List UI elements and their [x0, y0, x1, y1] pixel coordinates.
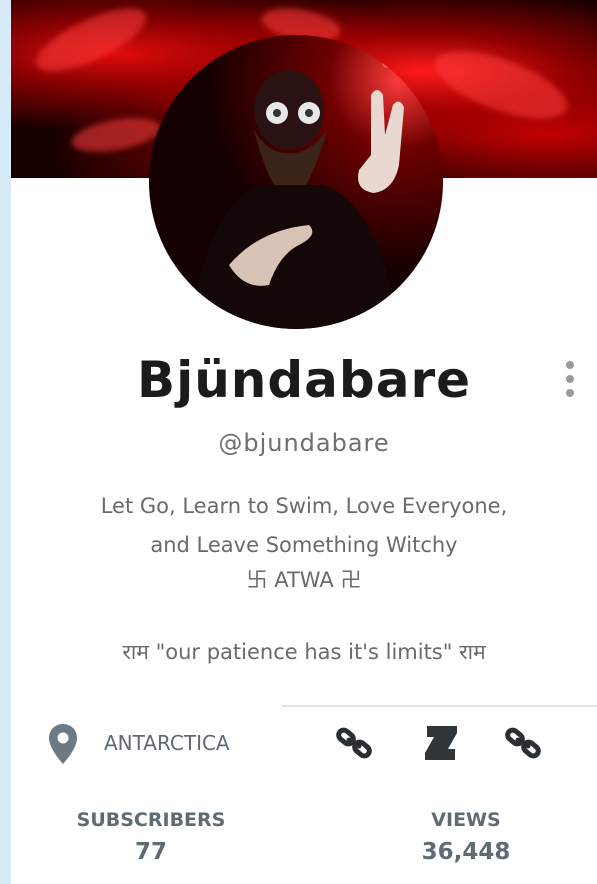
subscribers-count: 77	[134, 839, 167, 865]
profile-bio-line: 卐 ATWA 卍	[246, 568, 362, 592]
profile-location: ANTARCTICA	[104, 731, 230, 755]
map-pin-icon	[49, 724, 77, 764]
profile-card: Bjündabare @bjundabare Let Go, Learn to …	[11, 0, 597, 884]
chain-link-icon[interactable]	[503, 723, 543, 763]
subscribers-label: SUBSCRIBERS	[76, 809, 226, 831]
profile-bio-line: राम "our patience has it's limits" राम	[122, 640, 486, 664]
profile-handle: @bjundabare	[218, 429, 390, 457]
avatar-image	[189, 58, 404, 329]
profile-bio-line: and Leave Something Witchy	[150, 533, 458, 557]
section-divider	[282, 705, 597, 707]
profile-bio-line: Let Go, Learn to Swim, Love Everyone,	[100, 494, 508, 518]
views-count: 36,448	[421, 839, 511, 865]
profile-name: Bjündabare	[136, 351, 472, 409]
chain-link-icon[interactable]	[334, 723, 374, 763]
profile-avatar[interactable]	[149, 35, 443, 329]
deviantart-icon[interactable]	[421, 723, 461, 763]
views-label: VIEWS	[431, 809, 501, 831]
